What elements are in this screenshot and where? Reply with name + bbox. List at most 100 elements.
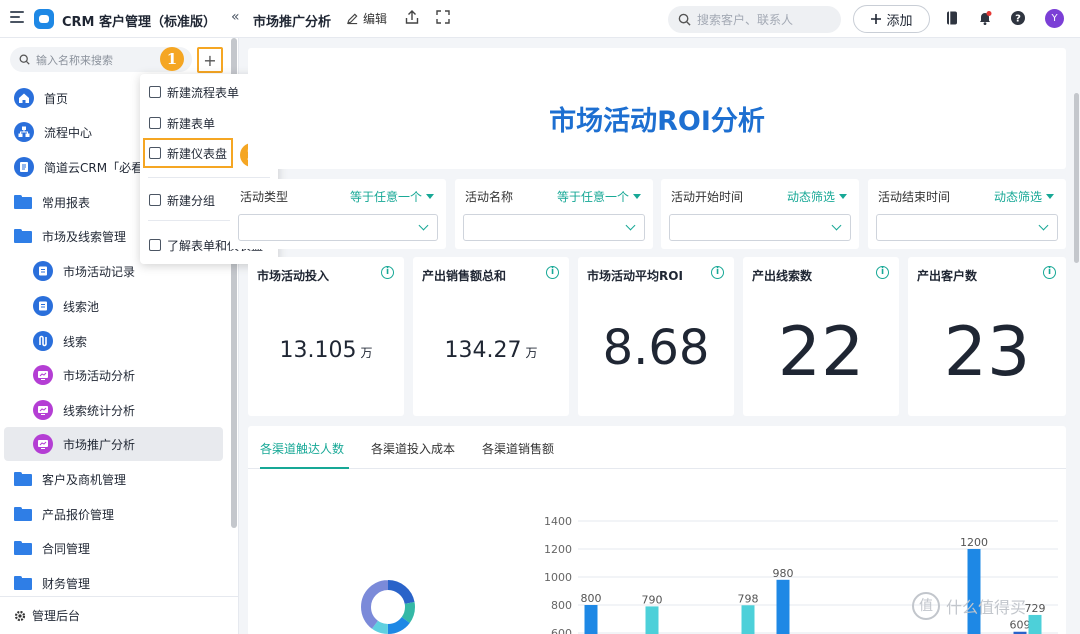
tab-channel-sales[interactable]: 各渠道销售额 (482, 440, 554, 457)
help-icon[interactable]: ? (1010, 10, 1026, 26)
filter-select[interactable] (876, 214, 1058, 241)
sidebar-item-label: 常用报表 (42, 195, 91, 210)
filter-select[interactable] (669, 214, 851, 241)
sidebar-item-label: 产品报价管理 (42, 507, 115, 522)
sidebar-item-label: 合同管理 (42, 541, 91, 556)
active-tab-indicator (260, 467, 349, 469)
folder-open-icon (14, 229, 32, 243)
kpi-value: 13.105 万 (248, 338, 404, 363)
dashboard-icon (33, 365, 53, 385)
filter-label: 活动名称 (465, 190, 514, 204)
watermark: 值 什么值得买 (912, 592, 1026, 620)
step-1-badge: 1 (160, 47, 184, 71)
filter-operator-label: 动态筛选 (786, 190, 835, 204)
info-icon[interactable]: i (1043, 266, 1056, 279)
book-open-icon (149, 239, 161, 251)
edit-label: 编辑 (363, 12, 388, 26)
info-icon[interactable]: i (876, 266, 889, 279)
edit-button[interactable]: 编辑 (346, 10, 387, 27)
sidebar-item-lead-pool[interactable]: 线索池 (0, 289, 230, 323)
pencil-icon (346, 13, 358, 25)
info-icon[interactable]: i (546, 266, 559, 279)
sidebar-item-promotion-analysis[interactable]: 市场推广分析 (4, 427, 223, 461)
sidebar-item-label: 市场及线索管理 (42, 229, 127, 244)
global-search-input[interactable]: 搜索客户、联系人 (668, 6, 841, 33)
kpi-value: 23 (943, 313, 1031, 392)
filter-start-time: 活动开始时间 动态筛选 (661, 179, 859, 249)
main-scrollbar[interactable] (1074, 93, 1079, 263)
caret-down-icon (426, 194, 434, 199)
avatar[interactable]: Y (1045, 9, 1064, 28)
filter-label: 活动结束时间 (878, 190, 951, 204)
process-form-icon (33, 331, 53, 351)
folder-icon (14, 195, 32, 209)
filter-label: 活动类型 (240, 190, 289, 204)
filter-activity-name: 活动名称 等于任意一个 (455, 179, 653, 249)
sidebar-item-customer-opportunity[interactable]: 客户及商机管理 (0, 462, 230, 496)
menu-item-label: 新建仪表盘 (167, 146, 228, 161)
watermark-logo: 值 (912, 592, 940, 620)
sidebar-add-button[interactable]: + (197, 47, 223, 73)
dashboard-icon (149, 147, 161, 159)
dashboard-icon (33, 400, 53, 420)
filter-activity-type: 活动类型 等于任意一个 (230, 179, 446, 249)
filter-operator-dropdown[interactable]: 动态筛选 (994, 188, 1054, 205)
form-icon (33, 261, 53, 281)
folder-icon (14, 507, 32, 521)
kpi-value: 22 (777, 313, 865, 392)
filter-operator-dropdown[interactable]: 等于任意一个 (350, 188, 434, 205)
share-icon[interactable] (405, 9, 419, 25)
sidebar-search-placeholder: 输入名称来搜索 (36, 53, 113, 67)
hamburger-menu-icon[interactable] (10, 11, 24, 25)
info-icon[interactable]: i (381, 266, 394, 279)
app-title[interactable]: CRM 客户管理（标准版） (62, 11, 216, 30)
sidebar-item-contracts[interactable]: 合同管理 (0, 531, 230, 565)
plus-icon (871, 14, 882, 24)
menu-item-new-dashboard[interactable]: 新建仪表盘 (143, 138, 233, 168)
add-button[interactable]: 添加 (853, 5, 930, 33)
fullscreen-icon[interactable] (436, 10, 450, 24)
sidebar-item-campaign-analysis[interactable]: 市场活动分析 (0, 358, 230, 392)
kpi-unit: 万 (525, 346, 538, 360)
filter-operator-label: 等于任意一个 (556, 190, 629, 204)
sidebar-item-label: 简道云CRM「必看 (44, 160, 144, 175)
kpi-card-campaign-investment: 市场活动投入 i 13.105 万 (248, 257, 404, 416)
tab-channel-reach[interactable]: 各渠道触达人数 (260, 440, 344, 457)
info-icon[interactable]: i (711, 266, 724, 279)
page-title: 市场推广分析 (253, 15, 332, 30)
kpi-card-average-roi: 市场活动平均ROI i 8.68 (578, 257, 734, 416)
filter-operator-label: 等于任意一个 (349, 190, 422, 204)
filter-operator-label: 动态筛选 (993, 190, 1042, 204)
sidebar-item-label: 线索 (63, 334, 88, 349)
dashboard-title: 市场活动ROI分析 (549, 106, 765, 137)
caret-down-icon (1046, 194, 1054, 199)
kpi-title: 产出客户数 (917, 269, 978, 283)
sidebar-item-finance[interactable]: 财务管理 (0, 566, 230, 600)
sidebar-item-leads[interactable]: 线索 (0, 324, 230, 358)
tab-channel-cost[interactable]: 各渠道投入成本 (371, 440, 455, 457)
process-form-icon (149, 86, 161, 98)
menu-item-label: 新建流程表单 (167, 85, 240, 100)
dashboard-icon (33, 434, 53, 454)
collapse-sidebar-icon[interactable]: « (231, 9, 240, 25)
filter-select[interactable] (238, 214, 438, 241)
notification-bell-icon[interactable] (977, 10, 993, 26)
filter-operator-dropdown[interactable]: 等于任意一个 (557, 188, 641, 205)
book-icon[interactable] (944, 10, 960, 26)
sidebar-item-product-quote[interactable]: 产品报价管理 (0, 497, 230, 531)
sidebar-item-lead-stats[interactable]: 线索统计分析 (0, 393, 230, 427)
filter-select[interactable] (463, 214, 645, 241)
admin-console-label: 管理后台 (32, 609, 81, 623)
kpi-unit: 万 (360, 346, 373, 360)
admin-console-link[interactable]: 管理后台 (0, 596, 238, 634)
sidebar-item-label: 流程中心 (44, 125, 93, 140)
kpi-card-sales-total: 产出销售额总和 i 134.27 万 (413, 257, 569, 416)
form-icon (149, 117, 161, 129)
form-icon (33, 296, 53, 316)
sidebar-item-label: 市场活动记录 (63, 264, 136, 279)
kpi-card-customers-count: 产出客户数 i 23 (908, 257, 1066, 416)
sidebar-item-label: 市场活动分析 (63, 368, 136, 383)
filter-operator-dropdown[interactable]: 动态筛选 (787, 188, 847, 205)
top-bar: CRM 客户管理（标准版） « 市场推广分析 编辑 搜索客户、联系人 添加 ? … (0, 0, 1080, 38)
home-icon (14, 88, 34, 108)
